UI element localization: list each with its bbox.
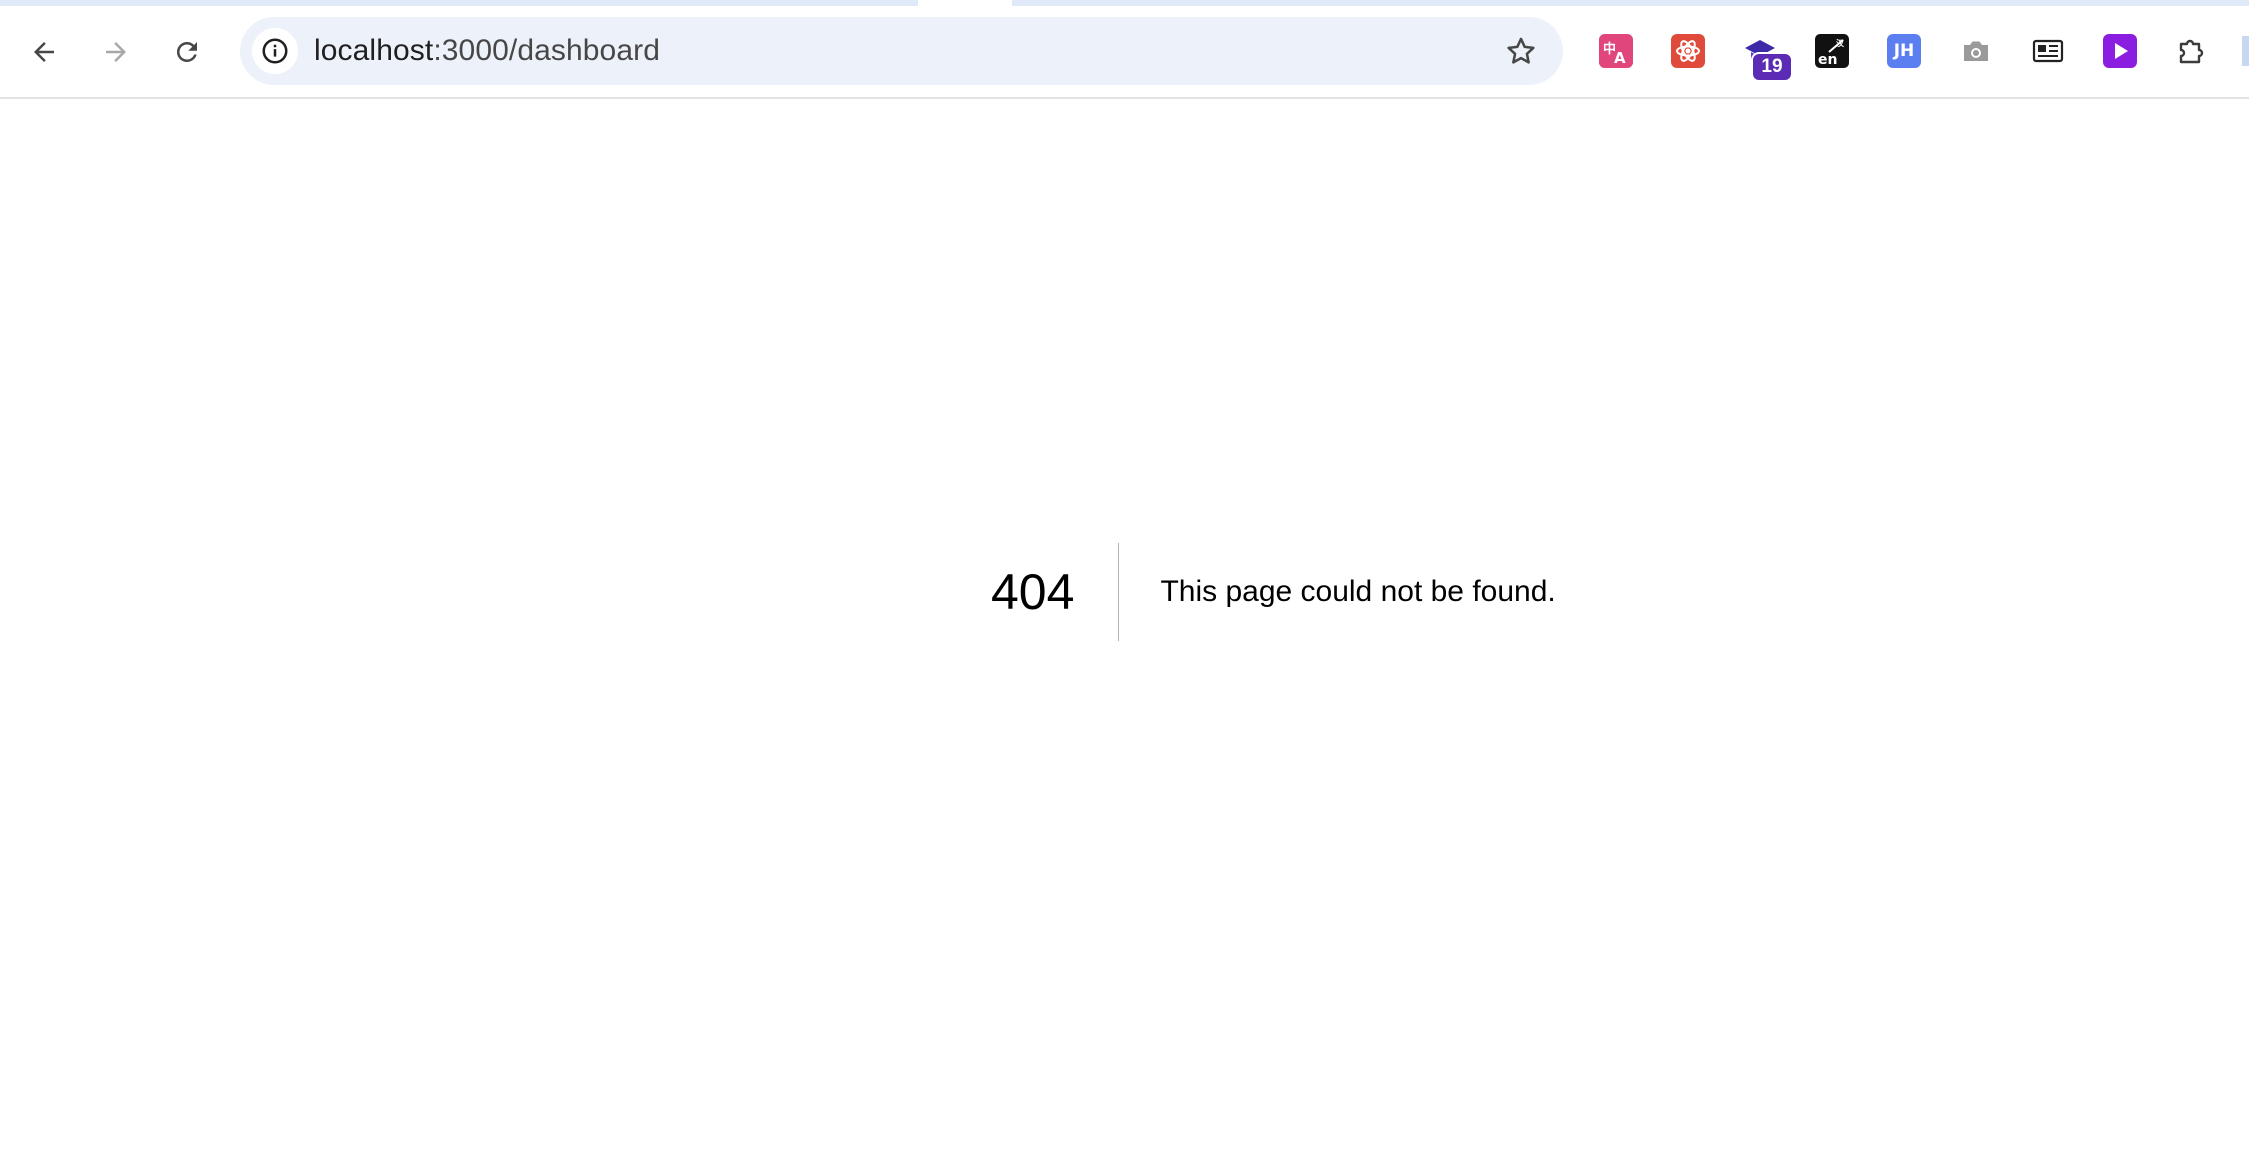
svg-text:A: A: [1614, 49, 1626, 67]
browser-toolbar: localhost:3000/dashboard 中A 19 en 汉 JH: [0, 6, 2249, 99]
bookmark-button[interactable]: [1501, 31, 1541, 71]
back-button[interactable]: [16, 24, 72, 80]
reader-extension-button[interactable]: [2028, 31, 2068, 71]
extension-badge: 19: [1751, 52, 1793, 82]
arrow-left-icon: [34, 42, 54, 62]
forward-button[interactable]: [88, 24, 144, 80]
error-code: 404: [991, 543, 1120, 641]
translate-extension-icon: 中A: [1599, 34, 1633, 68]
dictionary-extension-button[interactable]: en 汉: [1812, 31, 1852, 71]
svg-text:en: en: [1818, 52, 1837, 68]
graduation-cap-extension-button[interactable]: 19: [1740, 31, 1793, 82]
play-extension-button[interactable]: [2100, 31, 2140, 71]
reload-icon: [176, 41, 197, 62]
dictionary-extension-icon: en 汉: [1815, 34, 1849, 68]
graduation-cap-extension-icon: 19: [1743, 34, 1793, 82]
not-found-message: 404 This page could not be found.: [991, 543, 1556, 641]
info-circle-icon: [262, 38, 288, 64]
url-text[interactable]: localhost:3000/dashboard: [314, 17, 660, 85]
svg-text:汉: 汉: [1836, 38, 1845, 48]
camera-extension-button[interactable]: [1956, 31, 1996, 71]
jh-extension-button[interactable]: JH: [1884, 31, 1924, 71]
translate-extension-button[interactable]: 中A: [1596, 31, 1636, 71]
arrow-right-icon: [106, 42, 126, 62]
reload-button[interactable]: [159, 24, 215, 80]
puzzle-extensions-icon: [2175, 34, 2209, 68]
reader-extension-icon: [2031, 34, 2065, 68]
star-outline-icon: [1507, 37, 1535, 64]
atom-extension-button[interactable]: [1668, 31, 1708, 71]
side-panel-edge: [2242, 36, 2249, 66]
atom-extension-icon: [1671, 34, 1705, 68]
play-extension-icon: [2103, 34, 2137, 68]
url-path: :3000/dashboard: [433, 34, 661, 67]
address-bar[interactable]: localhost:3000/dashboard: [240, 17, 1563, 85]
error-message: This page could not be found.: [1160, 575, 1556, 608]
extensions-menu-button[interactable]: [2172, 31, 2212, 71]
jh-extension-label: JH: [1893, 41, 1915, 61]
jh-extension-icon: JH: [1887, 34, 1921, 68]
camera-extension-icon: [1959, 34, 1993, 68]
url-host: localhost: [314, 34, 434, 67]
site-info-button[interactable]: [252, 28, 298, 74]
